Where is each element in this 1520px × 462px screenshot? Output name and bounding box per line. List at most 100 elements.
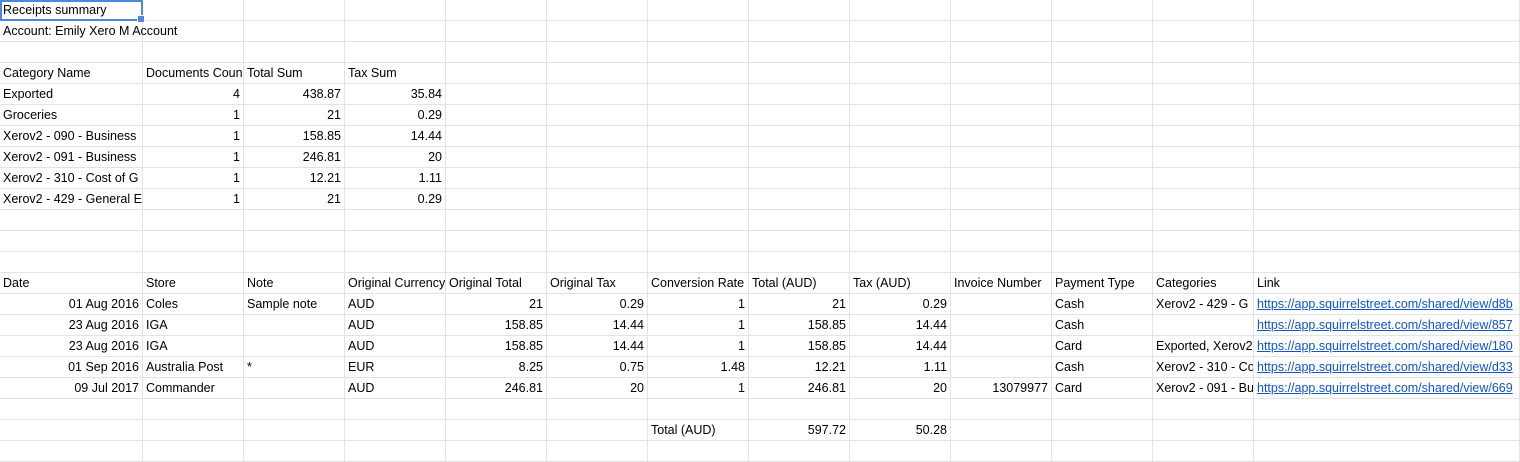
cell[interactable] (951, 252, 1052, 273)
cell[interactable] (951, 231, 1052, 252)
cell[interactable] (1052, 210, 1153, 231)
detail-cell[interactable]: 246.81 (446, 378, 547, 399)
receipt-link[interactable]: https://app.squirrelstreet.com/shared/vi… (1254, 378, 1520, 399)
detail-cell[interactable]: 23 Aug 2016 (0, 336, 143, 357)
cell[interactable] (547, 168, 648, 189)
cell[interactable] (547, 420, 648, 441)
cell[interactable] (951, 21, 1052, 42)
cell[interactable] (1254, 105, 1520, 126)
cell[interactable] (648, 231, 749, 252)
cell[interactable] (749, 63, 850, 84)
cell[interactable] (951, 126, 1052, 147)
cell[interactable] (1153, 147, 1254, 168)
cell[interactable] (749, 189, 850, 210)
cell[interactable] (1153, 105, 1254, 126)
summary-category[interactable]: Xerov2 - 091 - Business (0, 147, 143, 168)
cell[interactable] (749, 21, 850, 42)
detail-cell[interactable]: 13079977 (951, 378, 1052, 399)
cell[interactable] (850, 42, 951, 63)
cell[interactable] (446, 21, 547, 42)
detail-cell[interactable]: Card (1052, 336, 1153, 357)
cell[interactable] (0, 420, 143, 441)
cell[interactable] (1052, 126, 1153, 147)
cell[interactable] (951, 63, 1052, 84)
cell[interactable] (244, 252, 345, 273)
receipt-link[interactable]: https://app.squirrelstreet.com/shared/vi… (1254, 357, 1520, 378)
cell[interactable] (244, 231, 345, 252)
cell[interactable] (547, 84, 648, 105)
cell[interactable] (143, 399, 244, 420)
detail-cell[interactable]: 0.29 (850, 294, 951, 315)
summary-value[interactable]: 35.84 (345, 84, 446, 105)
cell[interactable] (648, 0, 749, 21)
detail-cell[interactable] (244, 378, 345, 399)
cell[interactable] (1254, 0, 1520, 21)
cell[interactable] (1153, 399, 1254, 420)
cell[interactable] (1052, 168, 1153, 189)
detail-cell[interactable]: Exported, Xerov2 (1153, 336, 1254, 357)
cell[interactable] (951, 0, 1052, 21)
summary-category[interactable]: Xerov2 - 310 - Cost of G (0, 168, 143, 189)
cell[interactable] (1153, 84, 1254, 105)
cell[interactable] (547, 42, 648, 63)
cell[interactable] (345, 210, 446, 231)
detail-cell[interactable]: 20 (850, 378, 951, 399)
summary-value[interactable]: 438.87 (244, 84, 345, 105)
cell[interactable] (446, 210, 547, 231)
cell[interactable] (446, 420, 547, 441)
cell[interactable] (1052, 231, 1153, 252)
cell[interactable] (547, 105, 648, 126)
cell[interactable] (547, 210, 648, 231)
detail-cell[interactable]: Coles (143, 294, 244, 315)
cell[interactable] (1052, 0, 1153, 21)
cell[interactable] (1052, 147, 1153, 168)
detail-cell[interactable]: Xerov2 - 091 - Bu (1153, 378, 1254, 399)
cell[interactable] (143, 231, 244, 252)
cell[interactable] (143, 210, 244, 231)
summary-category[interactable]: Groceries (0, 105, 143, 126)
summary-header[interactable]: Documents Count (143, 63, 244, 84)
detail-cell[interactable]: 158.85 (446, 336, 547, 357)
detail-cell[interactable]: 1 (648, 378, 749, 399)
detail-header[interactable]: Invoice Number (951, 273, 1052, 294)
cell[interactable] (1052, 441, 1153, 462)
detail-header[interactable]: Link (1254, 273, 1520, 294)
cell[interactable] (1052, 399, 1153, 420)
total-tax[interactable]: 50.28 (850, 420, 951, 441)
cell[interactable] (951, 210, 1052, 231)
cell[interactable] (345, 252, 446, 273)
cell[interactable] (648, 189, 749, 210)
cell[interactable] (749, 252, 850, 273)
detail-cell[interactable]: 158.85 (446, 315, 547, 336)
detail-cell[interactable]: 1 (648, 315, 749, 336)
cell[interactable] (951, 84, 1052, 105)
cell[interactable] (547, 252, 648, 273)
cell[interactable] (1052, 63, 1153, 84)
cell[interactable] (244, 21, 345, 42)
cell[interactable] (1153, 126, 1254, 147)
detail-cell[interactable]: 246.81 (749, 378, 850, 399)
cell[interactable] (0, 231, 143, 252)
detail-header[interactable]: Tax (AUD) (850, 273, 951, 294)
summary-category[interactable]: Xerov2 - 429 - General E (0, 189, 143, 210)
cell[interactable] (1254, 63, 1520, 84)
cell[interactable] (1254, 231, 1520, 252)
cell[interactable] (749, 126, 850, 147)
detail-cell[interactable]: Xerov2 - 310 - Co (1153, 357, 1254, 378)
sheet-title[interactable]: Receipts summary (0, 0, 145, 23)
cell[interactable] (446, 231, 547, 252)
cell[interactable] (648, 168, 749, 189)
cell[interactable] (143, 441, 244, 462)
cell[interactable] (1153, 252, 1254, 273)
cell[interactable] (446, 63, 547, 84)
detail-header[interactable]: Payment Type (1052, 273, 1153, 294)
cell[interactable] (547, 147, 648, 168)
cell[interactable] (850, 168, 951, 189)
cell[interactable] (1254, 189, 1520, 210)
cell[interactable] (850, 147, 951, 168)
cell[interactable] (143, 42, 244, 63)
cell[interactable] (850, 399, 951, 420)
cell[interactable] (446, 189, 547, 210)
cell[interactable] (850, 21, 951, 42)
cell[interactable] (244, 0, 345, 21)
